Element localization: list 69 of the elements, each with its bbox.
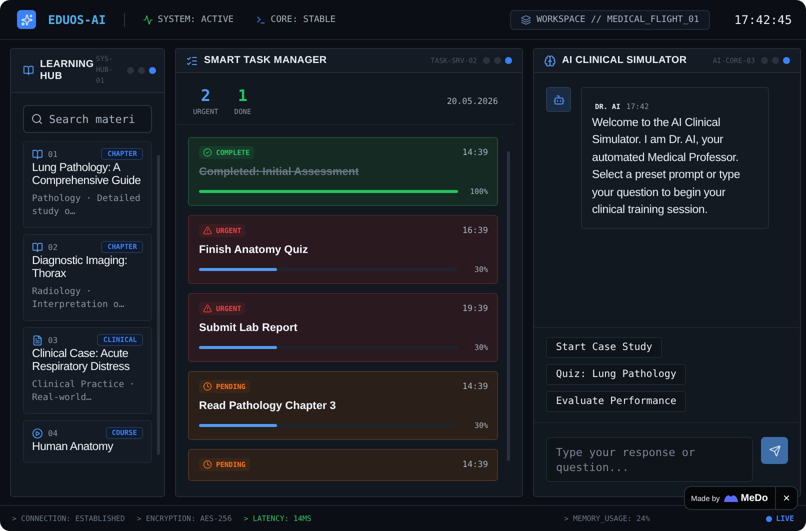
status-dot [483,57,490,64]
status-dot [138,67,145,74]
clock-icon [203,382,212,391]
checklist-icon [186,54,198,66]
panel-title: SMART TASK MANAGER [204,55,327,66]
task-title: Read Pathology Chapter 3 [199,400,337,412]
book-icon [32,148,43,160]
material-title: Human Anatomy [32,441,114,454]
date-label: 20.05.2026 [446,97,498,107]
status-dot [149,67,156,74]
book-icon [23,65,34,76]
prompt-chip[interactable]: Evaluate Performance [546,391,686,412]
sparkle-logo-icon [17,10,36,29]
material-title: Lung Pathology: A Comprehensive Guide [32,162,142,188]
bot-avatar-icon [546,87,571,112]
material-description: Radiology · Interpretation o… [32,286,126,312]
task-time: 19:39 [462,304,488,314]
material-title: Diagnostic Imaging: Thorax [32,255,128,281]
item-number: 04 [48,428,58,438]
task-title: Completed: Initial Assessment [199,166,360,178]
clock-icon [203,460,212,469]
item-number: 03 [48,336,58,344]
close-button[interactable]: × [775,486,797,510]
status-dot [505,57,512,64]
item-number: 02 [48,242,58,252]
message-text: Welcome to the AI Clinical Simulator. I am Dr. AI, your automated Medical Professor. Select a preset prompt or type your question to begin your clinical training session. [592,116,742,218]
brand-name: EDUOS-AI [48,12,106,26]
layers-icon [520,14,531,24]
material-description: Pathology · Detailed study o… [32,193,142,219]
system-status: SYSTEM: ACTIVE [158,14,234,24]
status-dot [761,57,768,64]
badge-brand: MeDo [740,492,768,504]
search-field[interactable]: Search materi [23,105,152,133]
warning-icon [203,304,212,313]
task-time: 16:39 [462,226,488,236]
material-description: Clinical Practice · Real-world… [32,379,136,405]
clock-time: 17:42:45 [734,12,792,26]
task-title: Finish Anatomy Quiz [199,244,309,256]
task-title: Submit Lab Report [199,322,298,334]
play-icon [32,428,43,438]
warning-icon [203,226,212,235]
core-status: CORE: STABLE [270,14,336,24]
panel-title: AI CLINICAL SIMULATOR [562,55,687,66]
stat-value: 1 [238,87,248,105]
workspace-label: WORKSPACE // MEDICAL_FLIGHT_01 [536,14,700,24]
task-time: 14:39 [462,148,488,158]
logo-icon [722,493,739,503]
document-icon [32,334,43,346]
send-icon [768,444,780,456]
live-dot-icon [766,516,772,522]
material-title: Clinical Case: Acute Respiratory Distress [32,348,131,374]
status-dot [783,57,790,64]
task-time: 14:39 [462,382,488,392]
task-time: 14:39 [462,460,488,470]
search-icon [31,113,43,125]
send-button[interactable] [761,437,788,464]
check-circle-icon [203,148,212,157]
prompt-chip[interactable]: Quiz: Lung Pathology [546,364,686,385]
book-icon [32,242,43,252]
prompt-chip[interactable]: Start Case Study [546,337,662,358]
message-input[interactable]: Type your response or question... [546,437,753,482]
activity-icon [142,14,153,24]
item-number: 01 [48,150,58,158]
terminal-icon [256,14,266,24]
brain-icon [544,54,556,66]
status-dot [494,57,501,64]
stat-value: 2 [200,87,210,105]
status-dot [772,57,779,64]
status-dot [127,67,134,74]
